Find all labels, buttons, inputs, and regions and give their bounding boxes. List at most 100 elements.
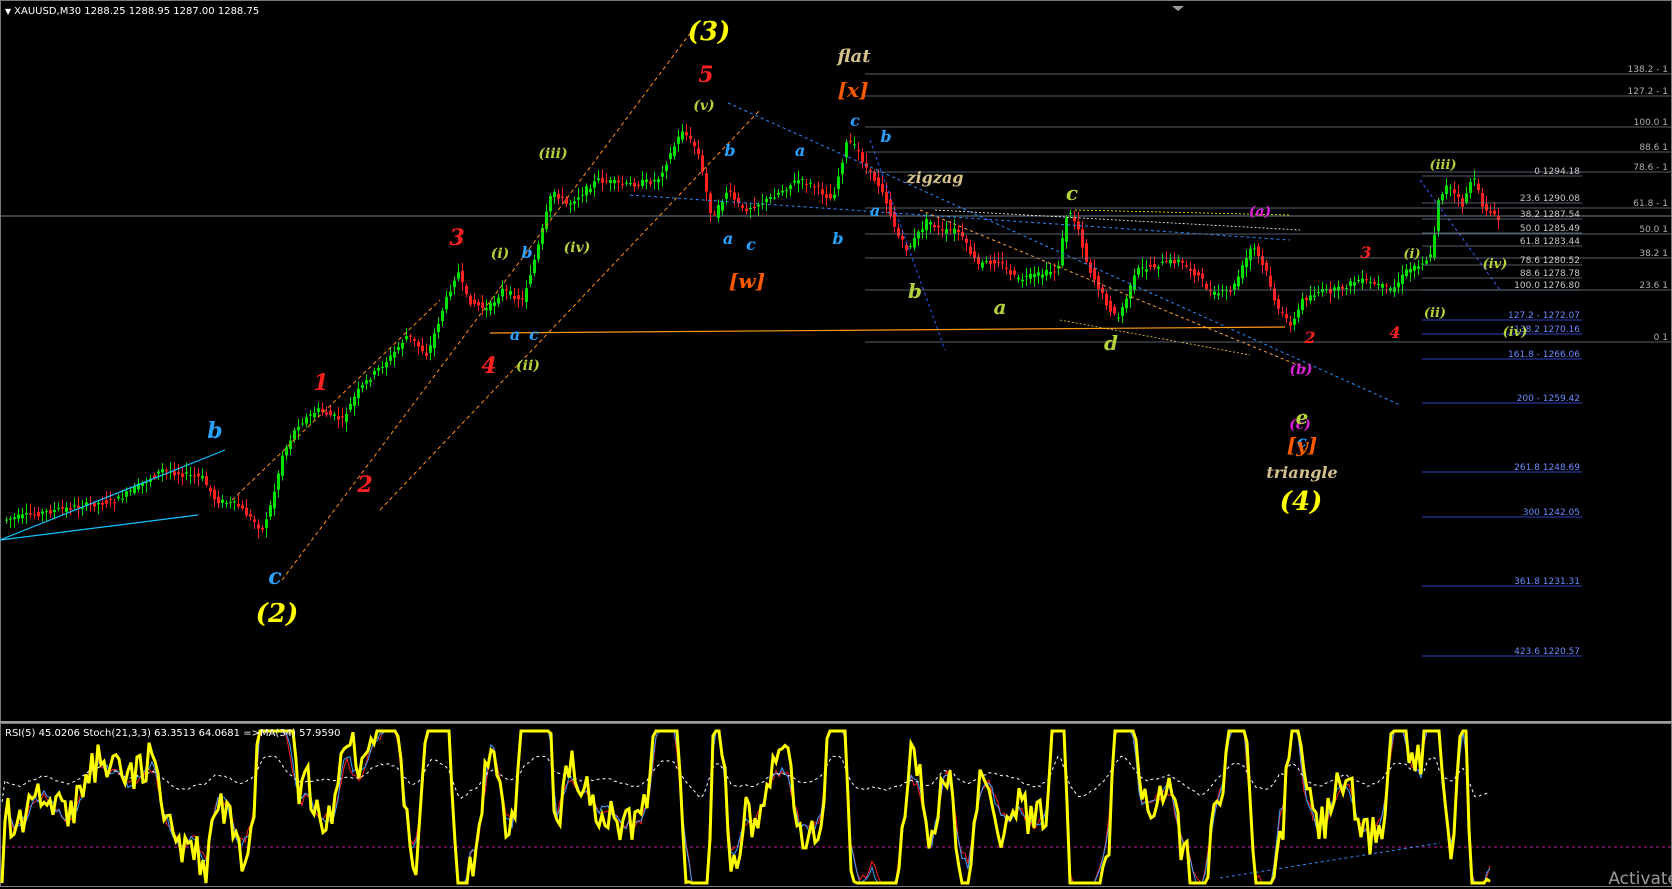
price-chart[interactable]: 138.2 - 1 127.2 - 1 100.0 1 88.6 1 78.6 - 1 6… <box>0 0 1672 723</box>
candle-body <box>1269 275 1272 287</box>
candle-body <box>1197 272 1200 276</box>
candle-body <box>1289 321 1292 326</box>
wave-label: [y] <box>1287 433 1318 457</box>
fib-ext-label: 100.0 1276.80 <box>1514 281 1580 291</box>
candle-body <box>405 336 408 340</box>
candle-body <box>1105 293 1108 306</box>
candle-body <box>1233 283 1236 290</box>
candle-body <box>389 355 392 361</box>
candle-body <box>981 262 984 268</box>
candle-body <box>285 447 288 456</box>
candle-body <box>553 192 556 197</box>
chart-window[interactable]: 138.2 - 1 127.2 - 1 100.0 1 88.6 1 78.6 - 1 6… <box>0 0 1672 889</box>
candle-body <box>329 410 332 416</box>
indicator-info: RSI(5) 45.0206 Stoch(21,3,3) 63.3513 64.… <box>5 728 341 739</box>
candle-body <box>725 192 728 199</box>
candle-body <box>241 505 244 509</box>
candle-body <box>1141 267 1144 269</box>
wave-label: (v) <box>693 98 714 114</box>
ma-line <box>1 755 1491 803</box>
candle-body <box>1301 298 1304 311</box>
wave-label: a <box>723 229 733 248</box>
candle-body <box>457 272 460 279</box>
candle-body <box>1241 265 1244 279</box>
candle-body <box>757 204 760 207</box>
candle-body <box>69 508 72 510</box>
fib-ext-label: 23.6 1290.08 <box>1520 194 1580 204</box>
candle-body <box>1401 274 1404 284</box>
candle-body <box>1425 260 1428 264</box>
fib-level-label: 127.2 - 1 <box>1628 87 1668 97</box>
candle-body <box>593 181 596 188</box>
candle-body <box>81 507 84 510</box>
candle-body <box>493 302 496 307</box>
candle-body <box>985 260 988 262</box>
candle-body <box>209 487 212 492</box>
candle-body <box>481 302 484 308</box>
candle-body <box>645 179 648 183</box>
fib-ext-label: 61.8 1283.44 <box>1520 237 1580 247</box>
candle-body <box>1341 286 1344 289</box>
candle-body <box>1349 281 1352 287</box>
candle-body <box>641 179 644 187</box>
wave-label: b <box>880 127 891 146</box>
candle-body <box>1421 263 1424 265</box>
wave-label: (i) <box>491 246 510 262</box>
candle-body <box>989 260 992 264</box>
fib-ext-label: 78.6 1280.52 <box>1520 256 1580 266</box>
candle-body <box>1353 282 1356 286</box>
candle-body <box>165 470 168 472</box>
candle-body <box>1157 266 1160 269</box>
candle-body <box>1245 257 1248 268</box>
indicator-subwindow[interactable] <box>0 723 1672 887</box>
candle-body <box>633 182 636 187</box>
wave-label: a <box>870 201 880 220</box>
candle-body <box>529 275 532 284</box>
candle-body <box>1133 275 1136 291</box>
candle-body <box>477 302 480 306</box>
fib-ext-label: 0 1294.18 <box>1534 167 1580 177</box>
candle-body <box>1017 277 1020 280</box>
candle-body <box>609 180 612 183</box>
candle-body <box>97 502 100 505</box>
wave-label: b <box>724 141 735 160</box>
candle-body <box>765 198 768 203</box>
candle-body <box>253 519 256 522</box>
candle-body <box>453 280 456 288</box>
candle-body <box>1161 261 1164 263</box>
fib-extension: 0 1294.18 23.6 1290.08 38.2 1287.54 50.0 12… <box>1422 167 1582 657</box>
candle-body <box>1029 273 1032 279</box>
candle-body <box>337 416 340 420</box>
fib-level-label: 23.6 1 <box>1639 281 1668 291</box>
wave-label: [w] <box>729 269 765 293</box>
candle-body <box>1125 298 1128 309</box>
candle-body <box>729 190 732 192</box>
candle-body <box>333 414 336 416</box>
wave-label: c <box>1066 181 1078 205</box>
candle-body <box>17 514 20 519</box>
candle-body <box>1489 211 1492 213</box>
wave-label: a <box>994 295 1007 319</box>
candle-body <box>361 384 364 388</box>
candle-body <box>1405 269 1408 277</box>
wave-label: 4 <box>481 353 496 379</box>
wave-label: 2 <box>1303 328 1315 347</box>
wave-label: c <box>529 325 539 344</box>
candle-body <box>1445 185 1448 195</box>
fib-level-label: 38.2 1 <box>1639 249 1668 259</box>
candle-body <box>781 190 784 193</box>
candle-body <box>1281 311 1284 313</box>
candle-body <box>61 507 64 509</box>
candle-body <box>857 149 860 152</box>
collapse-triangle-icon[interactable]: ▼ <box>5 7 11 16</box>
wave-label: b <box>207 418 222 444</box>
fib-level-label: 100.0 1 <box>1634 118 1668 128</box>
candle-body <box>1249 248 1252 261</box>
candle-body <box>713 213 716 215</box>
candle-body <box>109 498 112 500</box>
candle-body <box>953 228 956 234</box>
candle-body <box>125 491 128 497</box>
candle-body <box>41 511 44 514</box>
wave-labels: (3)5(v)(iii)3(i) b (iv)a c(ii)412bc(2)flat[… <box>207 17 1527 629</box>
candle-body <box>1217 293 1220 296</box>
